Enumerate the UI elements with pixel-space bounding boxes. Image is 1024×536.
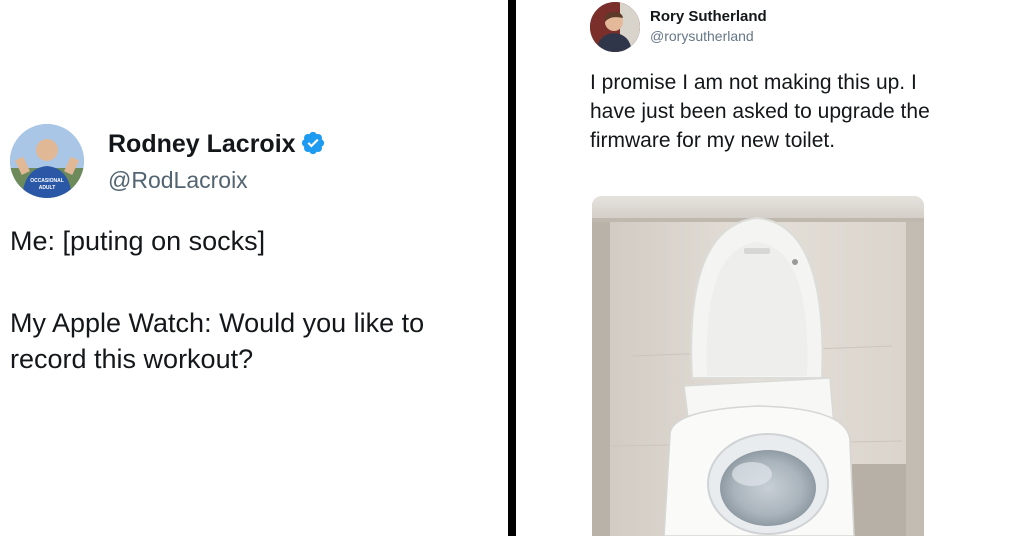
avatar-image — [590, 2, 640, 52]
tweet-text: I promise I am not making this up. I hav… — [590, 71, 930, 152]
author-name-text[interactable]: Rodney Lacroix — [108, 130, 296, 158]
tweet-rory-sutherland: Rory Sutherland @rorysutherland I promis… — [516, 0, 1024, 536]
divider — [508, 0, 516, 536]
author-handle[interactable]: @RodLacroix — [108, 167, 248, 194]
svg-text:ADULT: ADULT — [39, 185, 56, 191]
verified-badge-icon — [301, 131, 324, 155]
avatar-image: OCCASIONAL ADULT — [10, 124, 84, 198]
tweet-text-line2: My Apple Watch: Would you like to record… — [10, 308, 425, 374]
tweet-photo-toilet[interactable] — [592, 196, 924, 536]
toilet-image — [592, 196, 924, 536]
avatar[interactable] — [590, 2, 640, 52]
tweet-text-line1: Me: [puting on socks] — [10, 226, 266, 256]
tweet-rodney-lacroix: OCCASIONAL ADULT Rodney Lacroix @RodLacr… — [0, 0, 508, 536]
author-name[interactable]: Rodney Lacroix — [108, 130, 326, 159]
author-name[interactable]: Rory Sutherland — [650, 8, 767, 25]
author-handle[interactable]: @rorysutherland — [650, 28, 754, 44]
avatar[interactable]: OCCASIONAL ADULT — [10, 124, 84, 198]
svg-text:OCCASIONAL: OCCASIONAL — [30, 178, 64, 184]
